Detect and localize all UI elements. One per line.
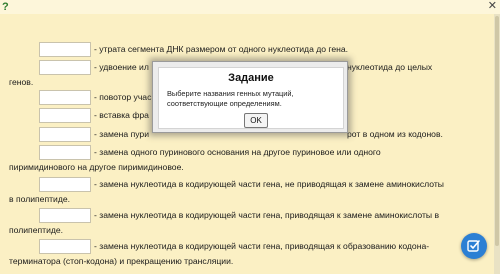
answer-input[interactable]	[39, 108, 91, 124]
definition-row-continued: полипептиде.	[9, 223, 465, 238]
definition-row-continued: в полипептиде.	[9, 192, 465, 207]
definition-text-tail: рот в одном из кодонов.	[347, 129, 443, 139]
task-dialog-body: Задание Выберите названия генных мутаций…	[158, 67, 344, 129]
definition-row: - замена нуклеотида в кодирующей части г…	[9, 239, 465, 255]
definition-text: - замена нуклеотида в кодирующей части г…	[94, 241, 430, 251]
definition-text: - удвоение ил	[94, 62, 149, 72]
definition-row: - замена одного пуринового основания на …	[9, 145, 465, 161]
dialog-message: Выберите названия генных мутаций, соотве…	[167, 89, 294, 108]
ok-button[interactable]: OK	[244, 113, 268, 128]
definition-row: - замена нуклеотида в кодирующей части г…	[9, 177, 465, 193]
definition-text: - замена пури	[94, 129, 150, 139]
definition-text: полипептиде.	[9, 225, 64, 235]
scroll-thumb[interactable]	[495, 16, 499, 246]
definition-text: - повотор учас	[94, 92, 152, 102]
definition-text: - утрата сегмента ДНК размером от одного…	[94, 44, 349, 54]
definition-text: пиримидинового на другое пиримидиновое.	[9, 162, 184, 172]
help-icon[interactable]: ?	[2, 1, 16, 13]
definition-row-continued: терминатора (стоп-кодона) и прекращению …	[9, 254, 465, 269]
definition-text: - замена нуклеотида в кодирующей части г…	[94, 210, 440, 220]
answer-input[interactable]	[39, 127, 91, 143]
definition-text: генов.	[9, 77, 34, 87]
answer-input[interactable]	[39, 177, 91, 193]
task-dialog: Задание Выберите названия генных мутаций…	[152, 61, 348, 133]
answer-input[interactable]	[39, 145, 91, 161]
definition-text: терминатора (стоп-кодона) и прекращению …	[9, 256, 234, 266]
definition-row: - утрата сегмента ДНК размером от одного…	[9, 42, 465, 58]
answer-input[interactable]	[39, 90, 91, 106]
dialog-title: Задание	[228, 72, 274, 84]
definition-text: в полипептиде.	[9, 194, 71, 204]
check-answers-button[interactable]	[461, 233, 487, 259]
close-icon[interactable]: ✕	[488, 0, 497, 12]
definition-text: - замена нуклеотида в кодирующей части г…	[94, 179, 444, 189]
edit-check-icon	[467, 240, 480, 252]
definition-text: - замена одного пуринового основания на …	[94, 147, 381, 157]
definition-text-tail: нуклеотида до целых	[347, 62, 433, 72]
answer-input[interactable]	[39, 239, 91, 255]
answer-input[interactable]	[39, 42, 91, 58]
definition-row-continued: пиримидинового на другое пиримидиновое.	[9, 160, 465, 175]
answer-input[interactable]	[39, 208, 91, 224]
definition-row: - замена нуклеотида в кодирующей части г…	[9, 208, 465, 224]
top-strip	[0, 0, 500, 14]
answer-input[interactable]	[39, 60, 91, 76]
definition-text: - вставка фра	[94, 110, 149, 120]
